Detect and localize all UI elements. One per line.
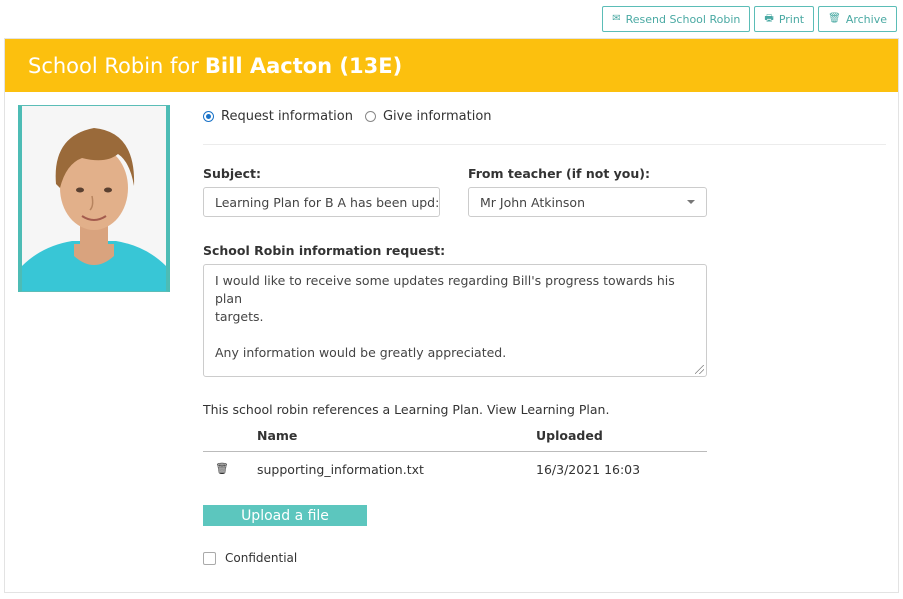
panel-header: School Robin for Bill Aacton (13E): [5, 39, 898, 92]
column-header-uploaded: Uploaded: [536, 428, 603, 443]
file-name-cell[interactable]: supporting_information.txt: [257, 462, 424, 477]
request-information-radio[interactable]: [203, 110, 214, 122]
reference-note: This school robin references a Learning …: [203, 402, 609, 417]
upload-file-button[interactable]: Upload a file: [203, 505, 367, 526]
trash-icon: 🗑: [828, 13, 841, 24]
confidential-label[interactable]: Confidential: [225, 551, 297, 565]
archive-label: Archive: [845, 12, 887, 26]
request-textarea[interactable]: I would like to receive some updates reg…: [203, 264, 707, 377]
envelope-icon: ✉: [612, 13, 621, 24]
subject-input[interactable]: Learning Plan for B A has been upd:: [203, 187, 440, 217]
resize-handle[interactable]: [695, 365, 704, 374]
confidential-row: Confidential: [203, 551, 297, 565]
give-information-label[interactable]: Give information: [383, 109, 492, 124]
delete-icon[interactable]: 🗑: [215, 462, 229, 475]
teacher-select[interactable]: Mr John Atkinson: [468, 187, 707, 217]
print-label: Print: [778, 12, 805, 26]
printer-icon: 🖶: [764, 13, 774, 24]
mode-radio-group: Request information Give information: [203, 105, 888, 127]
request-line-2: targets.: [215, 309, 264, 324]
subject-label: Subject:: [203, 166, 261, 181]
request-label: School Robin information request:: [203, 243, 446, 258]
resend-label: Resend School Robin: [625, 12, 741, 26]
divider: [203, 144, 886, 145]
chevron-down-icon: [687, 200, 695, 204]
table-row: 🗑 supporting_information.txt 16/3/2021 1…: [203, 462, 707, 482]
teacher-label: From teacher (if not you):: [468, 166, 651, 181]
form-content: Request information Give information Sub…: [203, 105, 888, 565]
confidential-checkbox[interactable]: [203, 551, 216, 565]
print-button[interactable]: 🖶 Print: [754, 6, 815, 32]
give-information-radio[interactable]: [364, 110, 376, 122]
request-line-1: I would like to receive some updates reg…: [215, 273, 675, 306]
file-uploaded-cell: 16/3/2021 16:03: [536, 462, 641, 477]
request-line-3: Any information would be greatly appreci…: [215, 345, 507, 360]
resend-school-robin-button[interactable]: ✉ Resend School Robin: [602, 6, 751, 32]
table-header-divider: [203, 451, 707, 452]
reference-text: This school robin references a Learning …: [203, 402, 483, 417]
teacher-value: Mr John Atkinson: [480, 194, 585, 210]
request-information-label[interactable]: Request information: [221, 109, 353, 124]
school-robin-panel: School Robin for Bill Aacton (13E) Reque…: [4, 38, 899, 593]
header-prefix: School Robin for: [28, 53, 199, 78]
top-toolbar: ✉ Resend School Robin 🖶 Print 🗑 Archive: [602, 6, 897, 32]
view-learning-plan-link[interactable]: View Learning Plan.: [487, 402, 609, 417]
student-name: Bill Aacton (13E): [204, 53, 403, 78]
column-header-name: Name: [257, 428, 298, 443]
archive-button[interactable]: 🗑 Archive: [818, 6, 897, 32]
student-photo: [18, 105, 170, 292]
